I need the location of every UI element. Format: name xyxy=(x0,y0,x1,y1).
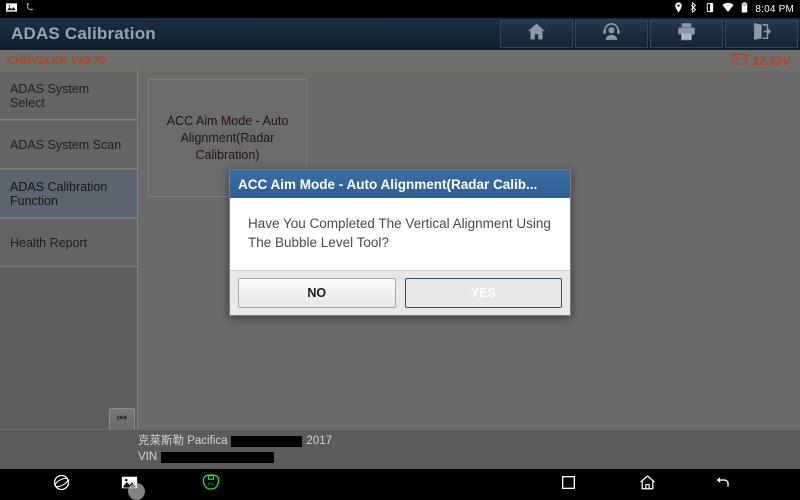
sidebar-item-label: ADAS Calibration Function xyxy=(10,179,108,208)
vin-redaction xyxy=(161,451,275,463)
exit-icon xyxy=(751,21,772,47)
dialog-yes-label: YES xyxy=(470,286,496,300)
car-battery-icon xyxy=(732,52,747,70)
vci-connector-icon: VCI xyxy=(200,473,222,496)
sidebar-item-label: Health Report xyxy=(10,235,88,250)
tablet-screen: 8:04 PM ADAS Calibration CHRYSLER V33.70… xyxy=(0,0,800,500)
screen-rotation-icon xyxy=(705,0,715,18)
confirmation-dialog: ACC Aim Mode - Auto Alignment(Radar Cali… xyxy=(229,169,571,316)
android-nav-bar: VCI xyxy=(0,469,800,500)
bluetooth-icon xyxy=(690,0,698,18)
svg-text:VCI: VCI xyxy=(208,482,214,486)
nav-back-button[interactable] xyxy=(700,469,744,500)
voltage-indicator: 12.13V xyxy=(732,52,800,70)
header-action-bar xyxy=(500,18,800,50)
sidebar-item-adas-calibration-function[interactable]: ADAS Calibration Function xyxy=(0,169,137,218)
home-icon xyxy=(639,474,656,496)
vin-label: VIN xyxy=(138,450,158,463)
function-card-label: ACC Aim Mode - Auto Alignment(Radar Cali… xyxy=(166,113,289,162)
voltage-value: 12.13V xyxy=(751,53,790,68)
square-icon xyxy=(561,475,576,495)
skip-back-icon: ⏮ xyxy=(117,412,127,425)
collapse-sidebar-button[interactable]: ⏮ xyxy=(109,408,135,430)
vehicle-year: 2017 xyxy=(306,435,333,447)
back-arrow-icon xyxy=(714,474,731,496)
dialog-actions: NO YES xyxy=(230,270,570,315)
dialog-no-label: NO xyxy=(307,286,327,300)
browser-icon xyxy=(53,474,70,496)
status-bar-clock: 8:04 PM xyxy=(755,3,794,15)
sidebar-item-label: ADAS System Select xyxy=(10,81,90,110)
dialog-title: ACC Aim Mode - Auto Alignment(Radar Cali… xyxy=(230,170,570,198)
nav-browser-button[interactable] xyxy=(39,469,83,500)
nav-home-button[interactable] xyxy=(625,469,669,500)
vehicle-version-label: CHRYSLER V33.70 xyxy=(7,54,106,67)
dialog-message: Have You Completed The Vertical Alignmen… xyxy=(230,198,570,270)
nav-vci-button[interactable]: VCI xyxy=(189,469,233,500)
header-exit-button[interactable] xyxy=(725,20,798,48)
sidebar-item-health-report[interactable]: Health Report xyxy=(0,218,137,267)
header-home-button[interactable] xyxy=(500,20,573,48)
headset-person-icon xyxy=(601,21,622,47)
sidebar-nav: ADAS System Select ADAS System Scan ADAS… xyxy=(0,71,138,429)
page-title: ADAS Calibration xyxy=(11,24,156,43)
header-print-button[interactable] xyxy=(650,20,723,48)
nav-recent-apps-button[interactable] xyxy=(546,469,590,500)
vehicle-version-bar: CHRYSLER V33.70 12.13V xyxy=(0,50,800,71)
wifi-icon xyxy=(722,0,734,18)
status-bar-right-icons: 8:04 PM xyxy=(674,0,794,18)
sidebar-item-label: ADAS System Scan xyxy=(10,137,122,152)
dialog-no-button[interactable]: NO xyxy=(238,278,396,308)
screenshot-icon xyxy=(6,0,17,18)
touch-indicator xyxy=(128,483,145,500)
printer-icon xyxy=(676,21,697,47)
status-bar-left-icons xyxy=(6,0,36,18)
battery-icon xyxy=(741,0,748,18)
home-icon xyxy=(526,21,547,47)
android-status-bar: 8:04 PM xyxy=(0,0,800,18)
vehicle-info-bar: 克莱斯勒 Pacifica 2017 VIN xyxy=(0,429,800,469)
header-support-button[interactable] xyxy=(575,20,648,48)
vehicle-make-model: 克莱斯勒 Pacifica xyxy=(138,435,228,447)
sidebar-item-adas-system-select[interactable]: ADAS System Select xyxy=(0,71,137,120)
vehicle-vin-line: VIN xyxy=(138,450,800,466)
vehicle-model-line: 克莱斯勒 Pacifica 2017 xyxy=(138,434,800,450)
location-icon xyxy=(674,0,683,18)
app-header: ADAS Calibration xyxy=(0,18,800,50)
dialog-yes-button[interactable]: YES xyxy=(404,278,562,308)
vehicle-model-redaction xyxy=(231,436,303,448)
usb-icon xyxy=(25,0,36,18)
sidebar-item-adas-system-scan[interactable]: ADAS System Scan xyxy=(0,120,137,169)
